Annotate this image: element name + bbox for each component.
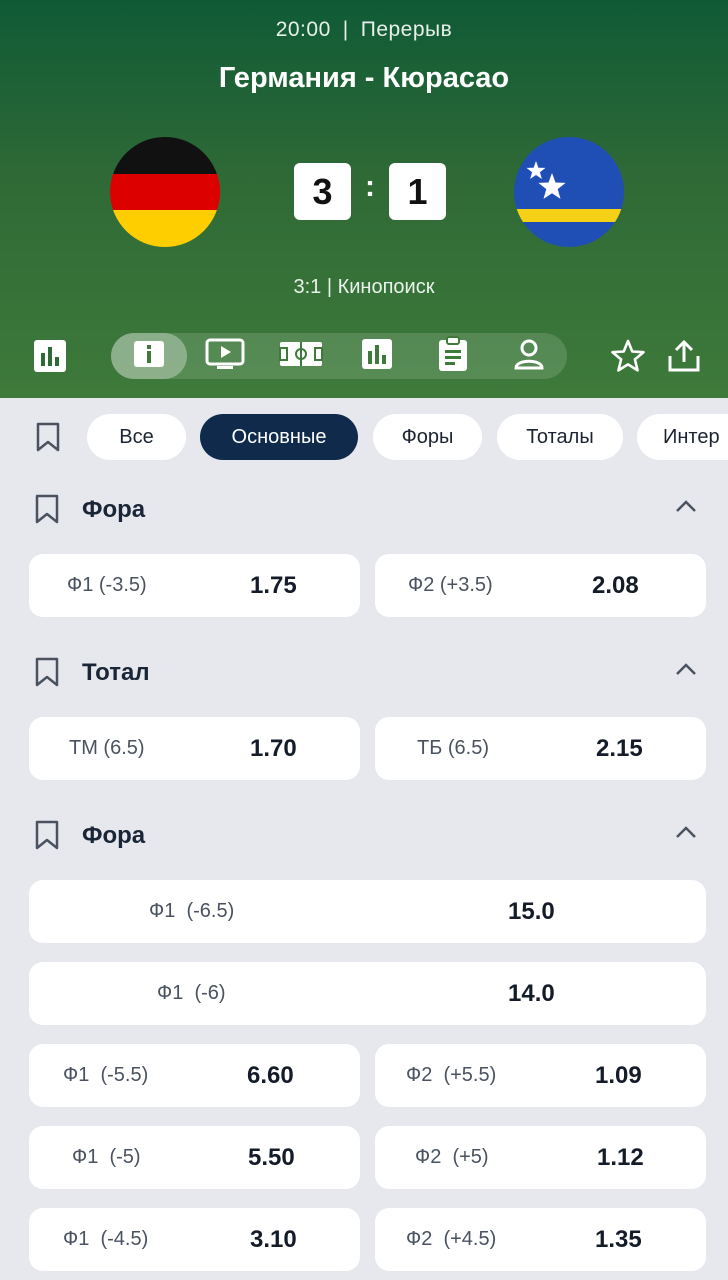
odds-value: 2.08 xyxy=(592,571,639,599)
score-away: 1 xyxy=(389,163,446,220)
market-filters: Все Основные Форы Тоталы Интер xyxy=(0,398,728,476)
tab-lineup-sheet[interactable] xyxy=(415,333,491,379)
market-title: Тотал xyxy=(82,659,150,686)
chevron-up-icon[interactable] xyxy=(674,498,698,519)
odds-value: 15.0 xyxy=(508,897,555,925)
clipboard-icon xyxy=(438,335,468,377)
bookmark-icon[interactable] xyxy=(34,494,60,529)
odds-label: Ф1 (-6.5) xyxy=(149,900,235,922)
curacao-flag-icon[interactable] xyxy=(514,137,624,247)
tab-field[interactable] xyxy=(263,333,339,379)
tab-video[interactable] xyxy=(187,333,263,379)
field-icon xyxy=(279,341,323,372)
odds-value: 1.09 xyxy=(595,1061,642,1089)
odds-label: Ф2 (+4.5) xyxy=(406,1228,497,1250)
chevron-up-icon[interactable] xyxy=(674,824,698,845)
odds-label: ТБ (6.5) xyxy=(417,737,490,759)
bookmark-icon[interactable] xyxy=(34,820,60,855)
odds-label: Ф2 (+3.5) xyxy=(408,574,493,596)
status-separator: | xyxy=(342,18,349,41)
odds-cell[interactable]: Ф2 (+5) 1.12 xyxy=(375,1126,706,1189)
odds-cell[interactable]: Ф1 (-3.5) 1.75 xyxy=(29,554,360,617)
bookmark-icon[interactable] xyxy=(32,420,64,454)
match-time: 20:00 xyxy=(275,18,331,41)
odds-value: 1.35 xyxy=(595,1225,642,1253)
odds-value: 5.50 xyxy=(248,1143,295,1171)
score-home: 3 xyxy=(294,163,351,220)
filter-chip-handicaps[interactable]: Форы xyxy=(373,414,482,460)
odds-value: 1.75 xyxy=(250,571,297,599)
info-icon xyxy=(133,340,165,373)
odds-cell[interactable]: ТМ (6.5) 1.70 xyxy=(29,717,360,780)
tab-stats[interactable] xyxy=(339,333,415,379)
filter-chip-totals[interactable]: Тоталы xyxy=(497,414,623,460)
odds-cell[interactable]: Ф1 (-6) 14.0 xyxy=(29,962,706,1025)
share-icon[interactable] xyxy=(662,334,706,378)
tab-info[interactable] xyxy=(111,333,187,379)
odds-cell[interactable]: Ф2 (+4.5) 1.35 xyxy=(375,1208,706,1271)
match-header: 20:00 | Перерыв Германия - Кюрасао 3 : 1 3… xyxy=(0,0,728,398)
odds-cell[interactable]: Ф1 (-4.5) 3.10 xyxy=(29,1208,360,1271)
match-period: Перерыв xyxy=(360,18,453,41)
market-header-handicap[interactable]: Фора xyxy=(0,490,728,530)
odds-label: Ф1 (-5.5) xyxy=(63,1064,149,1086)
odds-label: Ф1 (-6) xyxy=(157,982,226,1004)
bookmark-icon[interactable] xyxy=(34,657,60,692)
star-icon[interactable] xyxy=(606,334,650,378)
broadcast-info: 3:1 | Кинопоиск xyxy=(293,276,435,298)
lineup-icon xyxy=(513,338,545,375)
filter-chip-all[interactable]: Все xyxy=(87,414,186,460)
odds-value: 14.0 xyxy=(508,979,555,1007)
odds-cell[interactable]: Ф1 (-6.5) 15.0 xyxy=(29,880,706,943)
odds-label: Ф2 (+5) xyxy=(415,1146,489,1168)
odds-label: Ф1 (-3.5) xyxy=(67,574,147,596)
odds-value: 2.15 xyxy=(596,734,643,762)
odds-cell[interactable]: ТБ (6.5) 2.15 xyxy=(375,717,706,780)
bar-chart-icon[interactable] xyxy=(28,334,72,378)
market-header-handicap-alt[interactable]: Фора xyxy=(0,816,728,856)
chevron-up-icon[interactable] xyxy=(674,661,698,682)
odds-label: Ф1 (-5) xyxy=(72,1146,141,1168)
filter-chip-main[interactable]: Основные xyxy=(200,414,358,460)
germany-flag-icon[interactable] xyxy=(110,137,220,247)
video-icon xyxy=(205,338,245,375)
stats-icon xyxy=(361,338,393,375)
filter-chip-individual[interactable]: Интер xyxy=(637,414,728,460)
odds-value: 3.10 xyxy=(250,1225,297,1253)
odds-cell[interactable]: Ф1 (-5) 5.50 xyxy=(29,1126,360,1189)
market-title: Фора xyxy=(82,822,146,849)
match-tabbar xyxy=(111,333,567,379)
market-header-total[interactable]: Тотал xyxy=(0,653,728,693)
odds-label: Ф1 (-4.5) xyxy=(63,1228,149,1250)
score-colon: : xyxy=(365,170,375,203)
odds-cell[interactable]: Ф1 (-5.5) 6.60 xyxy=(29,1044,360,1107)
odds-label: Ф2 (+5.5) xyxy=(406,1064,497,1086)
match-title: Германия - Кюрасао xyxy=(218,62,510,94)
odds-value: 6.60 xyxy=(247,1061,294,1089)
odds-cell[interactable]: Ф2 (+3.5) 2.08 xyxy=(375,554,706,617)
odds-label: ТМ (6.5) xyxy=(69,737,145,759)
odds-cell[interactable]: Ф2 (+5.5) 1.09 xyxy=(375,1044,706,1107)
tab-players[interactable] xyxy=(491,333,567,379)
odds-value: 1.70 xyxy=(250,734,297,762)
odds-value: 1.12 xyxy=(597,1143,644,1171)
market-title: Фора xyxy=(82,496,146,523)
match-status: 20:00 | Перерыв xyxy=(0,18,728,42)
